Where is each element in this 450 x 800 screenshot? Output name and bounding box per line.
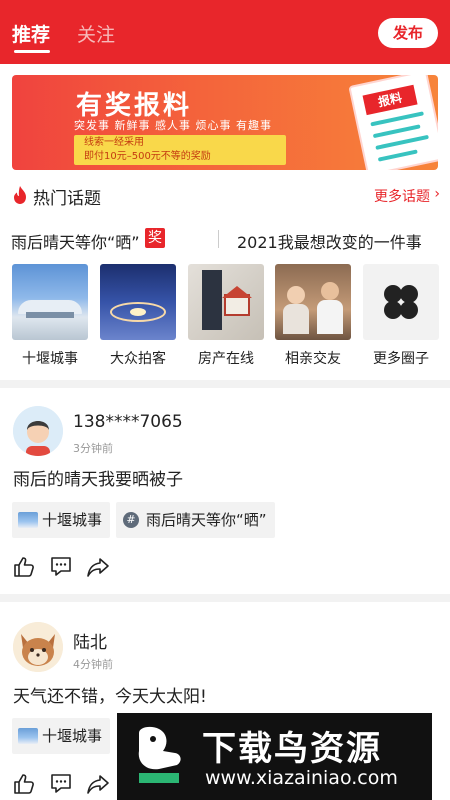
- more-topics-link[interactable]: 更多话题: [374, 186, 430, 206]
- house-model-photo: [188, 264, 264, 340]
- like-icon[interactable]: [12, 555, 36, 579]
- bird-logo-icon: [138, 726, 181, 783]
- circle-thumb-icon: [18, 512, 38, 528]
- topic-item[interactable]: 雨后晴天等你“晒”: [11, 229, 140, 253]
- publish-button[interactable]: 发布: [378, 18, 438, 48]
- post-username[interactable]: 138****7065: [73, 412, 183, 432]
- tab-following[interactable]: 关注: [77, 20, 115, 47]
- avatar[interactable]: [13, 622, 63, 672]
- stadium-photo: [12, 264, 88, 340]
- watermark-url: www.xiazainiao.com: [205, 767, 398, 789]
- tag-label: 十堰城事: [42, 511, 103, 529]
- post-content: 雨后的晴天我要晒被子: [13, 470, 183, 490]
- post-time: 4分钟前: [73, 658, 113, 671]
- circle-list: 十堰城事 大众拍客 房产在线 相亲交友 更多圈子: [0, 264, 450, 374]
- circle-item-more[interactable]: 更多圈子: [363, 264, 439, 368]
- tab-recommend[interactable]: 推荐: [12, 20, 50, 47]
- share-icon[interactable]: [86, 555, 110, 579]
- paper-line: [372, 124, 421, 139]
- circle-thumb-icon: [18, 728, 38, 744]
- banner-reward-box: 线索一经采用 即付10元–500元不等的奖励: [74, 135, 286, 165]
- watermark-overlay: 下载鸟资源 www.xiazainiao.com: [117, 713, 432, 800]
- paper-line: [375, 134, 429, 150]
- circle-label: 更多圈子: [373, 351, 429, 367]
- circle-label: 相亲交友: [285, 351, 341, 367]
- circle-label: 房产在线: [198, 351, 254, 367]
- fire-icon: [14, 186, 26, 204]
- share-icon[interactable]: [86, 772, 110, 796]
- post-circle-tag[interactable]: 十堰城事: [12, 502, 111, 538]
- like-icon[interactable]: [12, 772, 36, 796]
- active-tab-indicator: [14, 50, 50, 53]
- newspaper-icon: 报料: [348, 75, 438, 170]
- promo-banner[interactable]: 有奖报料 突发事 新鲜事 感人事 烦心事 有趣事 线索一经采用 即付10元–50…: [12, 75, 438, 170]
- comment-icon[interactable]: [49, 771, 73, 795]
- paper-line: [377, 149, 418, 162]
- section-divider: [0, 380, 450, 388]
- banner-paper-tag: 报料: [362, 84, 418, 116]
- tag-label: 十堰城事: [42, 727, 103, 745]
- watermark-title: 下载鸟资源: [202, 729, 382, 769]
- circle-item-photographers[interactable]: 大众拍客: [100, 264, 176, 368]
- topic-item[interactable]: 2021我最想改变的一件事: [237, 229, 422, 253]
- hashtag-icon: #: [123, 512, 139, 528]
- tag-label: 雨后晴天等你“晒”: [146, 511, 267, 529]
- circle-item-shiyan[interactable]: 十堰城事: [12, 264, 88, 368]
- grid-icon: [363, 264, 439, 340]
- post-circle-tag[interactable]: 十堰城事: [12, 718, 111, 754]
- post-card[interactable]: 138****7065 3分钟前 雨后的晴天我要晒被子 十堰城事 # 雨后晴天等…: [0, 388, 450, 594]
- post-topic-tag[interactable]: # 雨后晴天等你“晒”: [116, 502, 275, 538]
- post-time: 3分钟前: [73, 442, 113, 455]
- post-content: 天气还不错，今天大太阳!: [13, 687, 207, 707]
- circle-label: 大众拍客: [110, 351, 166, 367]
- banner-reward-line2: 即付10元–500元不等的奖励: [84, 151, 211, 162]
- avatar[interactable]: [13, 406, 63, 456]
- post-username[interactable]: 陆北: [73, 628, 107, 653]
- chevron-right-icon[interactable]: ›: [434, 186, 440, 202]
- circle-item-dating[interactable]: 相亲交友: [275, 264, 351, 368]
- top-bar: 推荐 关注 发布: [0, 0, 450, 64]
- night-city-photo: [100, 264, 176, 340]
- section-divider: [0, 594, 450, 602]
- hot-topics-title: 热门话题: [33, 189, 101, 209]
- banner-categories: 突发事 新鲜事 感人事 烦心事 有趣事: [74, 119, 272, 132]
- couple-photo: [275, 264, 351, 340]
- topic-divider: [218, 230, 219, 248]
- banner-reward-line1: 线索一经采用: [84, 137, 144, 148]
- circle-item-realestate[interactable]: 房产在线: [188, 264, 264, 368]
- comment-icon[interactable]: [49, 554, 73, 578]
- hot-topic-list: 雨后晴天等你“晒” 奖 2021我最想改变的一件事: [0, 226, 450, 254]
- circle-label: 十堰城事: [22, 351, 78, 367]
- hot-topics-header: 热门话题 更多话题 ›: [0, 180, 450, 210]
- prize-badge: 奖: [145, 228, 165, 248]
